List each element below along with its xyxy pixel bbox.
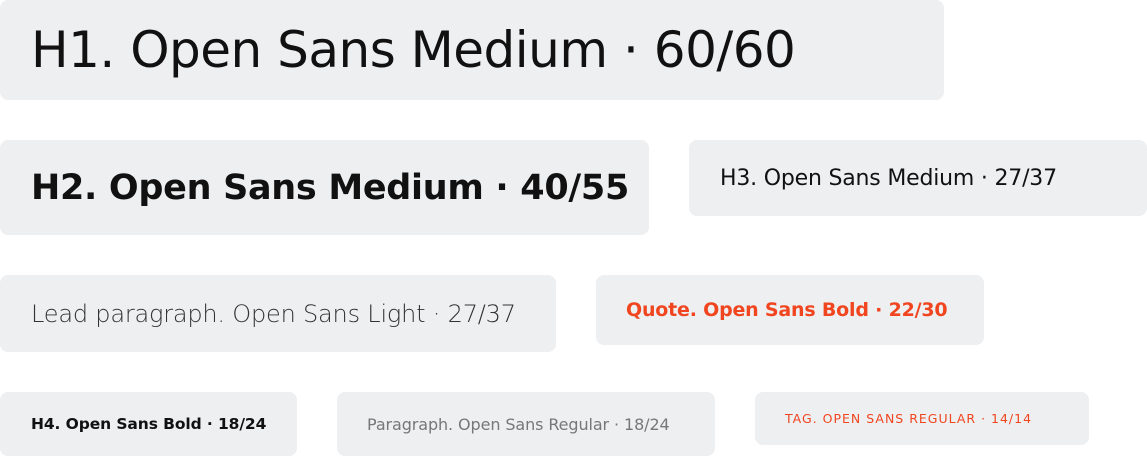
h2-specimen: H2. Open Sans Medium · 40/55 [0, 140, 649, 235]
lead-paragraph-specimen: Lead paragraph. Open Sans Light · 27/37 [0, 275, 556, 352]
tag-specimen: TAG. OPEN SANS REGULAR · 14/14 [755, 392, 1089, 445]
tag-specimen-label: TAG. OPEN SANS REGULAR · 14/14 [785, 411, 1033, 426]
h3-specimen: H3. Open Sans Medium · 27/37 [689, 140, 1147, 216]
h1-specimen: H1. Open Sans Medium · 60/60 [0, 0, 944, 100]
quote-specimen-label: Quote. Open Sans Bold · 22/30 [626, 299, 948, 321]
lead-paragraph-specimen-label: Lead paragraph. Open Sans Light · 27/37 [31, 299, 516, 328]
paragraph-specimen-label: Paragraph. Open Sans Regular · 18/24 [367, 414, 670, 434]
h4-specimen: H4. Open Sans Bold · 18/24 [0, 392, 297, 456]
paragraph-specimen: Paragraph. Open Sans Regular · 18/24 [337, 392, 715, 456]
h1-specimen-label: H1. Open Sans Medium · 60/60 [31, 21, 796, 79]
h3-specimen-label: H3. Open Sans Medium · 27/37 [720, 165, 1057, 191]
h4-specimen-label: H4. Open Sans Bold · 18/24 [31, 415, 267, 433]
h2-specimen-label: H2. Open Sans Medium · 40/55 [31, 167, 629, 208]
quote-specimen: Quote. Open Sans Bold · 22/30 [596, 275, 984, 345]
